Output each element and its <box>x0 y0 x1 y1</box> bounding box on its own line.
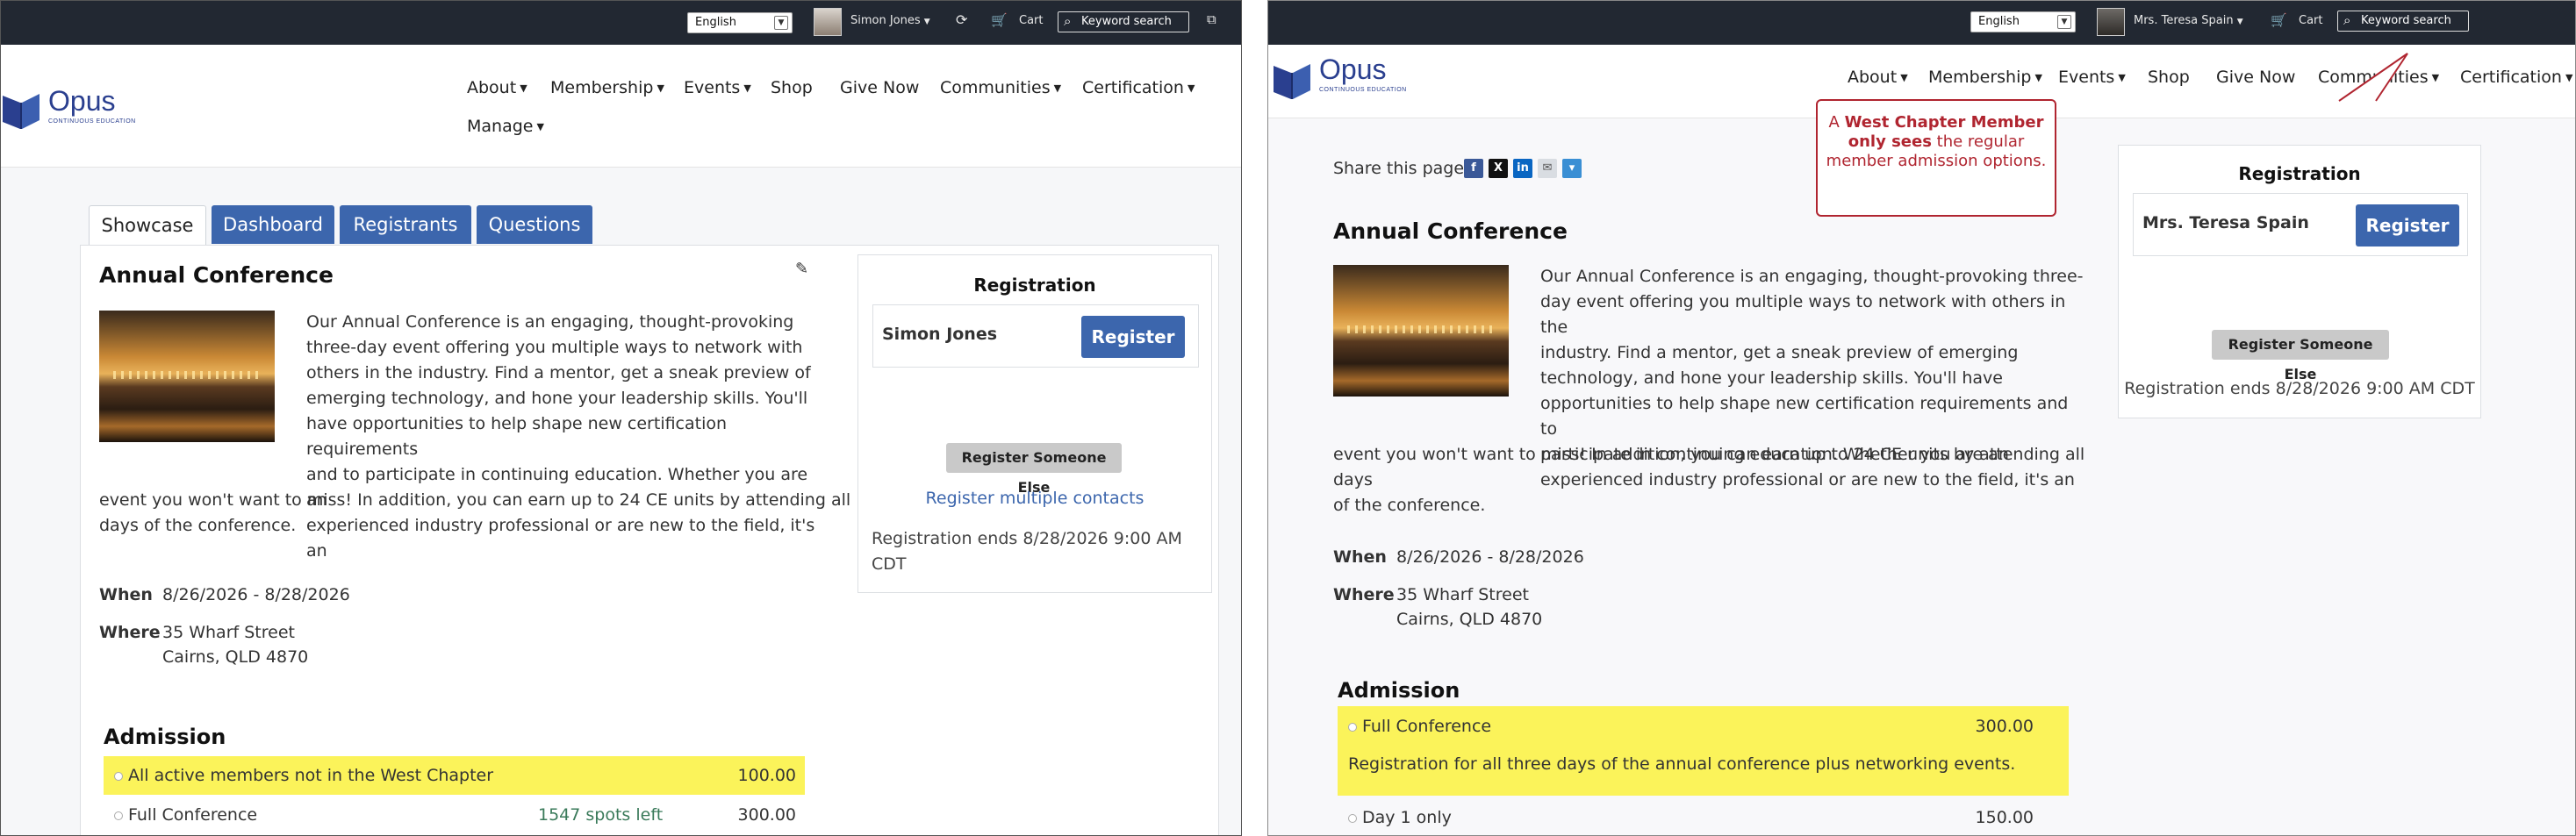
option-label: Full Conference <box>128 805 258 825</box>
nav-certification[interactable]: Certification ▼ <box>1082 78 1195 97</box>
description-line: emerging technology, and hone your leade… <box>306 389 808 408</box>
admission-option-highlight[interactable]: All active members not in the West Chapt… <box>104 756 805 795</box>
nav-events[interactable]: Events ▼ <box>684 78 751 97</box>
support-icon[interactable]: ⟳ <box>956 13 967 27</box>
registrant-row: Simon Jones Register <box>872 304 1199 368</box>
annotation-callout: A West Chapter Member only sees the regu… <box>1816 99 2056 217</box>
search-input[interactable]: ⌕ Keyword search <box>1058 11 1189 32</box>
register-multiple-link[interactable]: Register multiple contacts <box>858 489 1211 508</box>
event-description-full: event you won't want to miss! In additio… <box>99 488 872 539</box>
admission-option-price: 100.00 <box>737 766 796 785</box>
registration-title: Registration <box>973 275 1096 296</box>
brand-name[interactable]: Opus <box>48 85 115 118</box>
admission-option-name: Full Conference <box>114 805 257 825</box>
chevron-down-icon: ▼ <box>1053 82 1062 94</box>
registration-ends-line1: Registration ends 8/28/2026 9:00 AM <box>872 529 1182 548</box>
description-line: days of the conference. <box>99 516 297 535</box>
nav-label: Manage <box>467 117 534 136</box>
where-label: Where <box>99 623 161 642</box>
nav-label: Events <box>684 78 741 97</box>
callout-prefix: A <box>1828 113 1845 132</box>
register-someone-else-button[interactable]: Register Someone Else <box>946 443 1122 496</box>
tab-registrants[interactable]: Registrants <box>340 205 471 244</box>
right-screenshot-panel: English ▼ Mrs. Teresa Spain ▼ 🛒 Cart ⌕ K… <box>1267 0 2576 836</box>
cart-link[interactable]: Cart <box>1019 14 1044 28</box>
nav-shop[interactable]: Shop <box>771 78 813 97</box>
chevron-down-icon: ▼ <box>923 18 930 26</box>
brand-tagline: CONTINUOUS EDUCATION <box>48 118 136 125</box>
option-label: All active members not in the West Chapt… <box>128 766 494 785</box>
chevron-down-icon: ▼ <box>743 82 751 94</box>
nav-communities[interactable]: Communities▼ <box>940 78 1061 97</box>
where-line1: 35 Wharf Street <box>162 623 295 642</box>
chevron-down-icon: ▼ <box>774 16 788 30</box>
logo-book-icon <box>1 87 41 131</box>
admission-title: Admission <box>104 725 226 749</box>
cart-icon[interactable]: 🛒 <box>991 13 1008 27</box>
search-placeholder: Keyword search <box>1081 15 1172 28</box>
search-icon: ⌕ <box>1064 13 1072 29</box>
description-line: event you won't want to miss! In additio… <box>99 490 851 510</box>
radio-icon <box>114 771 123 781</box>
radio-icon <box>114 811 123 820</box>
callout-text: A West Chapter Member only sees the regu… <box>1818 113 2055 171</box>
left-screenshot-panel: English ▼ Simon Jones ▼ ⟳ 🛒 Cart ⌕ Keywo… <box>0 0 1242 836</box>
nav-about[interactable]: About ▼ <box>467 78 527 97</box>
nav-membership[interactable]: Membership ▼ <box>550 78 664 97</box>
registrant-name: Simon Jones <box>882 325 998 344</box>
nav-label: Communities <box>940 78 1051 97</box>
language-select[interactable]: English ▼ <box>687 12 793 33</box>
language-value: English <box>695 16 736 29</box>
admission-option[interactable]: Full Conference 1547 spots left 300.00 <box>104 798 805 833</box>
when-label: When <box>99 585 153 604</box>
spots-left: 1547 spots left <box>538 805 664 825</box>
admission-option-name: All active members not in the West Chapt… <box>114 766 493 785</box>
user-name: Simon Jones <box>850 14 921 27</box>
chevron-down-icon: ▼ <box>657 82 664 94</box>
main-nav-bar: Opus CONTINUOUS EDUCATION About ▼ Members… <box>1 45 1241 168</box>
nav-label: Membership <box>550 78 654 97</box>
registration-ends-line2: CDT <box>872 554 907 574</box>
chevron-down-icon: ▼ <box>520 82 527 94</box>
nav-give-now[interactable]: Give Now <box>840 78 919 97</box>
top-utility-bar: English ▼ Simon Jones ▼ ⟳ 🛒 Cart ⌕ Keywo… <box>1 1 1241 45</box>
chevron-down-icon: ▼ <box>1187 82 1195 94</box>
external-link-icon[interactable]: ⧉ <box>1207 12 1216 26</box>
user-menu[interactable]: Simon Jones ▼ <box>850 14 930 29</box>
tab-dashboard[interactable]: Dashboard <box>212 205 334 244</box>
edit-pencil-icon[interactable]: ✎ <box>795 260 808 278</box>
description-line: three-day event offering you multiple wa… <box>306 338 803 357</box>
page-content: Showcase Dashboard Registrants Questions… <box>1 168 1241 835</box>
chevron-down-icon: ▼ <box>536 121 544 132</box>
description-line: Our Annual Conference is an engaging, th… <box>306 312 794 332</box>
description-line: have opportunities to help shape new cer… <box>306 414 728 459</box>
avatar[interactable] <box>814 8 842 36</box>
nav-manage[interactable]: Manage ▼ <box>467 117 544 136</box>
registration-panel: Registration Simon Jones Register Regist… <box>857 254 1212 593</box>
showcase-card: Annual Conference ✎ Our Annual Conferenc… <box>80 245 1219 835</box>
event-photo <box>99 311 275 442</box>
tab-questions[interactable]: Questions <box>477 205 592 244</box>
admission-option-price: 300.00 <box>737 805 796 825</box>
when-value: 8/26/2026 - 8/28/2026 <box>162 585 350 604</box>
event-title: Annual Conference <box>99 262 334 288</box>
register-button[interactable]: Register <box>1081 316 1185 358</box>
description-line: others in the industry. Find a mentor, g… <box>306 363 811 382</box>
where-line2: Cairns, QLD 4870 <box>162 647 309 667</box>
nav-label: About <box>467 78 517 97</box>
tab-showcase[interactable]: Showcase <box>89 205 206 246</box>
nav-label: Certification <box>1082 78 1184 97</box>
